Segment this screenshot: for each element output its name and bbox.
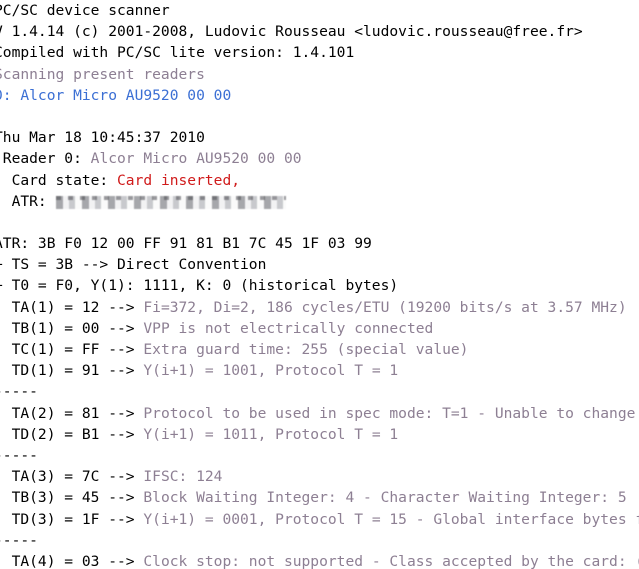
terminal-line: TA(1) = 12 --> Fi=372, Di=2, 186 cycles/… bbox=[0, 297, 639, 318]
terminal-line-prefix: TD(2) = B1 --> bbox=[0, 425, 144, 443]
terminal-line-text: Scanning present readers bbox=[0, 65, 205, 83]
section-separator: ----- bbox=[0, 383, 38, 401]
terminal-line-prefix: Card state: bbox=[0, 171, 118, 189]
terminal-line-text: Thu Mar 18 10:45:37 2010 bbox=[0, 129, 205, 147]
terminal-line-text: Fi=372, Di=2, 186 cycles/ETU (19200 bits… bbox=[143, 298, 627, 316]
terminal-line-prefix: TC(1) = FF --> bbox=[0, 341, 144, 358]
terminal-output-pane[interactable]: PC/SC device scanner V 1.4.14 (c) 2001-20… bbox=[0, 0, 639, 569]
terminal-line-prefix: Reader 0: bbox=[0, 150, 91, 168]
terminal-line-prefix: TD(3) = 1F --> bbox=[0, 510, 144, 528]
terminal-line-prefix: TA(1) = 12 --> bbox=[0, 298, 144, 316]
terminal-line: + T0 = F0, Y(1): 1111, K: 0 (historical … bbox=[0, 275, 639, 296]
terminal-line-text: Y(i+1) = 0001, Protocol T = 15 - Global … bbox=[143, 510, 639, 528]
terminal-line: V 1.4.14 (c) 2001-2008, Ludovic Rousseau… bbox=[0, 21, 639, 42]
terminal-line-text: VPP is not electrically connected bbox=[143, 319, 434, 337]
section-separator: ----- bbox=[0, 446, 38, 464]
terminal-line: ATR: 3B F0 12 00 FF 91 81 B1 7C 45 1F 03… bbox=[0, 233, 639, 254]
terminal-line-text: IFSC: 124 bbox=[143, 468, 223, 486]
terminal-line-text: Block Waiting Integer: 4 - Character Wai… bbox=[143, 489, 627, 507]
terminal-line: TC(1) = FF --> Extra guard time: 255 (sp… bbox=[0, 339, 639, 360]
terminal-line: Thu Mar 18 10:45:37 2010 bbox=[0, 127, 639, 148]
terminal-line: TD(2) = B1 --> Y(i+1) = 1011, Protocol T… bbox=[0, 424, 639, 445]
terminal-line: + TS = 3B --> Direct Convention bbox=[0, 254, 639, 275]
terminal-line: 0: Alcor Micro AU9520 00 00 bbox=[0, 85, 639, 106]
terminal-line: PC/SC device scanner bbox=[0, 0, 639, 21]
terminal-line: TD(3) = 1F --> Y(i+1) = 0001, Protocol T… bbox=[0, 509, 639, 530]
terminal-line-text: Y(i+1) = 1001, Protocol T = 1 bbox=[143, 362, 399, 380]
terminal-line: TA(2) = 81 --> Protocol to be used in sp… bbox=[0, 403, 639, 424]
terminal-line-text: Extra guard time: 255 (special value) bbox=[143, 341, 469, 358]
terminal-line-prefix: TB(3) = 45 --> bbox=[0, 489, 144, 507]
terminal-line-text: PC/SC device scanner bbox=[0, 2, 170, 19]
terminal-line: TD(1) = 91 --> Y(i+1) = 1001, Protocol T… bbox=[0, 360, 639, 381]
terminal-line-prefix: TA(4) = 03 --> bbox=[0, 552, 144, 569]
terminal-line-prefix: TD(1) = 91 --> bbox=[0, 362, 144, 380]
terminal-line-text: + TS = 3B --> Direct Convention bbox=[0, 256, 267, 274]
terminal-line-text: 0: Alcor Micro AU9520 00 00 bbox=[0, 86, 232, 104]
terminal-line-text: Alcor Micro AU9520 00 00 bbox=[90, 150, 302, 168]
terminal-line-prefix: ATR: bbox=[0, 192, 56, 210]
terminal-line-text: Clock stop: not supported - Class accept… bbox=[143, 552, 639, 569]
terminal-line: ----- bbox=[0, 445, 639, 466]
terminal-line: TA(4) = 03 --> Clock stop: not supported… bbox=[0, 551, 639, 569]
terminal-line-text: + T0 = F0, Y(1): 1111, K: 0 (historical … bbox=[0, 277, 399, 295]
terminal-line-text: Y(i+1) = 1011, Protocol T = 1 bbox=[143, 425, 399, 443]
terminal-line-text: Card inserted, bbox=[117, 171, 241, 189]
terminal-line: Card state: Card inserted, bbox=[0, 170, 639, 191]
terminal-line: Reader 0: Alcor Micro AU9520 00 00 bbox=[0, 148, 639, 169]
terminal-line-text: ATR: 3B F0 12 00 FF 91 81 B1 7C 45 1F 03… bbox=[0, 235, 372, 253]
terminal-line: TB(1) = 00 --> VPP is not electrically c… bbox=[0, 318, 639, 339]
terminal-line: TB(3) = 45 --> Block Waiting Integer: 4 … bbox=[0, 487, 639, 508]
terminal-line-text: V 1.4.14 (c) 2001-2008, Ludovic Rousseau… bbox=[0, 23, 583, 41]
terminal-line-prefix: TB(1) = 00 --> bbox=[0, 319, 144, 337]
terminal-line: ----- bbox=[0, 381, 639, 402]
terminal-line-text: Protocol to be used in spec mode: T=1 - … bbox=[143, 404, 636, 422]
terminal-line: TA(3) = 7C --> IFSC: 124 bbox=[0, 466, 639, 487]
terminal-line: ----- bbox=[0, 530, 639, 551]
terminal-line-text: Compiled with PC/SC lite version: 1.4.10… bbox=[0, 44, 355, 62]
redacted-value-block bbox=[55, 195, 286, 209]
terminal-line: Scanning present readers bbox=[0, 64, 639, 85]
terminal-line-prefix: TA(2) = 81 --> bbox=[0, 404, 144, 422]
terminal-line-prefix: TA(3) = 7C --> bbox=[0, 468, 144, 486]
terminal-line: Compiled with PC/SC lite version: 1.4.10… bbox=[0, 42, 639, 63]
section-separator: ----- bbox=[0, 531, 38, 549]
terminal-line: ATR: bbox=[0, 191, 639, 212]
